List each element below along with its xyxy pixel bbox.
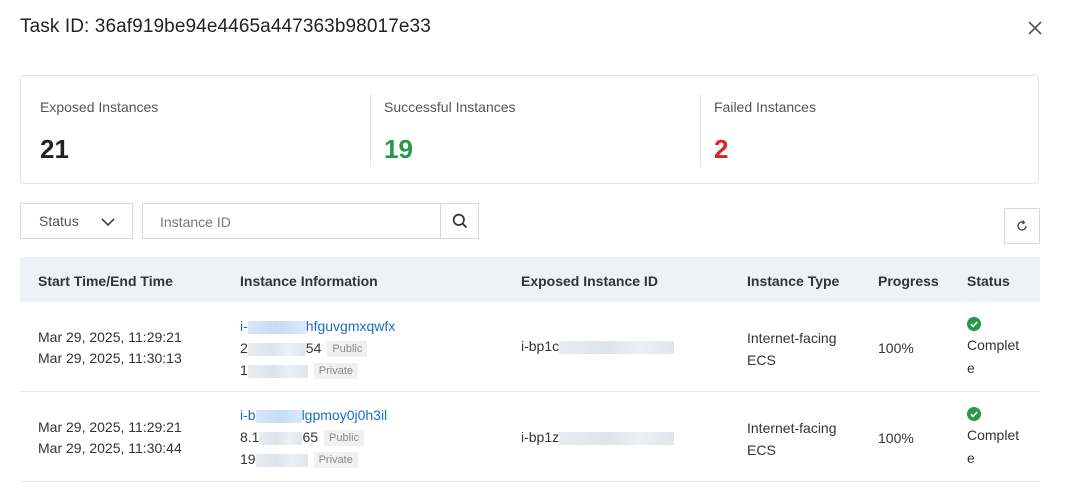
instance-id-link[interactable]: i-hfguvgmxqwfx bbox=[240, 315, 395, 337]
dialog-title: Task ID: 36af919be94e4465a447363b98017e3… bbox=[20, 16, 431, 37]
instance-type-line1: Internet-facing bbox=[747, 330, 837, 346]
refresh-icon bbox=[1017, 220, 1027, 231]
time-cell: Mar 29, 2025, 11:29:21 Mar 29, 2025, 11:… bbox=[38, 417, 182, 459]
stat-failed: Failed Instances 2 bbox=[700, 76, 1038, 183]
column-instance-type: Instance Type bbox=[747, 273, 840, 289]
private-tag: Private bbox=[313, 363, 359, 380]
stat-successful-value: 19 bbox=[384, 134, 413, 164]
instance-info-cell: i-hfguvgmxqwfx 2 54 Public 1 Private bbox=[240, 315, 395, 381]
search-button[interactable] bbox=[440, 204, 478, 238]
end-time: Mar 29, 2025, 11:30:13 bbox=[38, 350, 182, 366]
start-time: Mar 29, 2025, 11:29:21 bbox=[38, 329, 182, 345]
refresh-button[interactable] bbox=[1004, 208, 1040, 244]
column-exposed-instance-id: Exposed Instance ID bbox=[521, 273, 658, 289]
progress-cell: 100% bbox=[878, 430, 914, 446]
private-ip-line: 1 Private bbox=[240, 359, 395, 381]
start-time: Mar 29, 2025, 11:29:21 bbox=[38, 419, 182, 435]
column-start-end-time: Start Time/End Time bbox=[38, 273, 173, 289]
progress-cell: 100% bbox=[878, 340, 914, 356]
instance-id-prefix: i- bbox=[240, 318, 248, 334]
instance-search bbox=[142, 203, 479, 240]
status-text-line1: Complet bbox=[967, 427, 1020, 443]
check-circle-icon bbox=[967, 317, 981, 331]
instance-type-line1: Internet-facing bbox=[747, 420, 837, 436]
stat-exposed-label: Exposed Instances bbox=[40, 99, 159, 115]
redacted-block bbox=[247, 342, 306, 356]
private-tag: Private bbox=[313, 452, 358, 469]
private-ip-prefix: 1 bbox=[240, 362, 248, 378]
instance-id-suffix: lgpmoy0j0h3il bbox=[301, 407, 388, 423]
chevron-down-icon bbox=[101, 218, 115, 227]
public-ip-suffix: 65 bbox=[302, 429, 319, 445]
public-tag: Public bbox=[324, 430, 365, 447]
public-ip-prefix: 2 bbox=[240, 340, 248, 356]
exposed-id-prefix: i-bp1c bbox=[521, 338, 560, 354]
private-ip-prefix: 19 bbox=[240, 451, 256, 467]
table-row: Mar 29, 2025, 11:29:21 Mar 29, 2025, 11:… bbox=[20, 392, 1040, 482]
private-ip-line: 19 Private bbox=[240, 448, 387, 470]
stat-exposed: Exposed Instances 21 bbox=[21, 76, 370, 183]
check-circle-icon bbox=[967, 407, 981, 421]
status-cell: Complet e bbox=[967, 317, 1019, 380]
exposed-id-prefix: i-bp1z bbox=[521, 429, 560, 445]
close-button[interactable] bbox=[1025, 18, 1045, 38]
instance-type-cell: Internet-facing ECS bbox=[747, 417, 837, 461]
status-filter-label: Status bbox=[39, 213, 79, 229]
instances-table: Start Time/End Time Instance Information… bbox=[20, 257, 1040, 482]
column-progress: Progress bbox=[878, 273, 939, 289]
instance-info-cell: i-b lgpmoy0j0h3il 8.1 65 Public 19 Private bbox=[240, 404, 387, 470]
task-detail-dialog: Task ID: 36af919be94e4465a447363b98017e3… bbox=[0, 0, 1065, 487]
stat-failed-value: 2 bbox=[714, 134, 729, 164]
stat-failed-label: Failed Instances bbox=[714, 99, 816, 115]
status-text-line2: e bbox=[967, 360, 975, 376]
instance-type-line2: ECS bbox=[747, 442, 776, 458]
end-time: Mar 29, 2025, 11:30:44 bbox=[38, 440, 182, 456]
instance-id-prefix: i-b bbox=[240, 407, 256, 423]
search-icon bbox=[452, 213, 467, 229]
stat-successful: Successful Instances 19 bbox=[370, 76, 700, 183]
status-cell: Complet e bbox=[967, 407, 1019, 470]
time-cell: Mar 29, 2025, 11:29:21 Mar 29, 2025, 11:… bbox=[38, 327, 182, 369]
public-ip-line: 2 54 Public bbox=[240, 337, 395, 359]
redacted-block bbox=[255, 409, 302, 423]
table-header: Start Time/End Time Instance Information… bbox=[20, 257, 1040, 302]
instance-type-cell: Internet-facing ECS bbox=[747, 327, 837, 371]
exposed-instance-id-cell: i-bp1c bbox=[521, 338, 675, 354]
redacted-block bbox=[259, 431, 303, 445]
status-text-line2: e bbox=[967, 450, 975, 466]
instance-id-input[interactable] bbox=[143, 204, 440, 240]
instance-id-suffix: hfguvgmxqwfx bbox=[305, 318, 396, 334]
table-row: Mar 29, 2025, 11:29:21 Mar 29, 2025, 11:… bbox=[20, 302, 1040, 392]
stat-exposed-value: 21 bbox=[40, 134, 69, 164]
public-ip-line: 8.1 65 Public bbox=[240, 426, 387, 448]
status-filter-select[interactable]: Status bbox=[20, 203, 133, 239]
instance-type-line2: ECS bbox=[747, 352, 776, 368]
public-ip-suffix: 54 bbox=[305, 340, 322, 356]
exposed-instance-id-cell: i-bp1z bbox=[521, 429, 675, 445]
status-text-line1: Complet bbox=[967, 337, 1020, 353]
redacted-block bbox=[559, 340, 675, 354]
close-icon bbox=[1028, 21, 1042, 35]
summary-panel: Exposed Instances 21 Successful Instance… bbox=[20, 75, 1039, 184]
public-ip-prefix: 8.1 bbox=[240, 429, 260, 445]
redacted-block bbox=[255, 453, 308, 467]
redacted-block bbox=[559, 431, 675, 445]
stat-successful-label: Successful Instances bbox=[384, 99, 516, 115]
redacted-block bbox=[247, 320, 306, 334]
column-status: Status bbox=[967, 273, 1010, 289]
column-instance-information: Instance Information bbox=[240, 273, 378, 289]
redacted-block bbox=[247, 364, 308, 378]
instance-id-link[interactable]: i-b lgpmoy0j0h3il bbox=[240, 404, 387, 426]
public-tag: Public bbox=[327, 341, 368, 358]
